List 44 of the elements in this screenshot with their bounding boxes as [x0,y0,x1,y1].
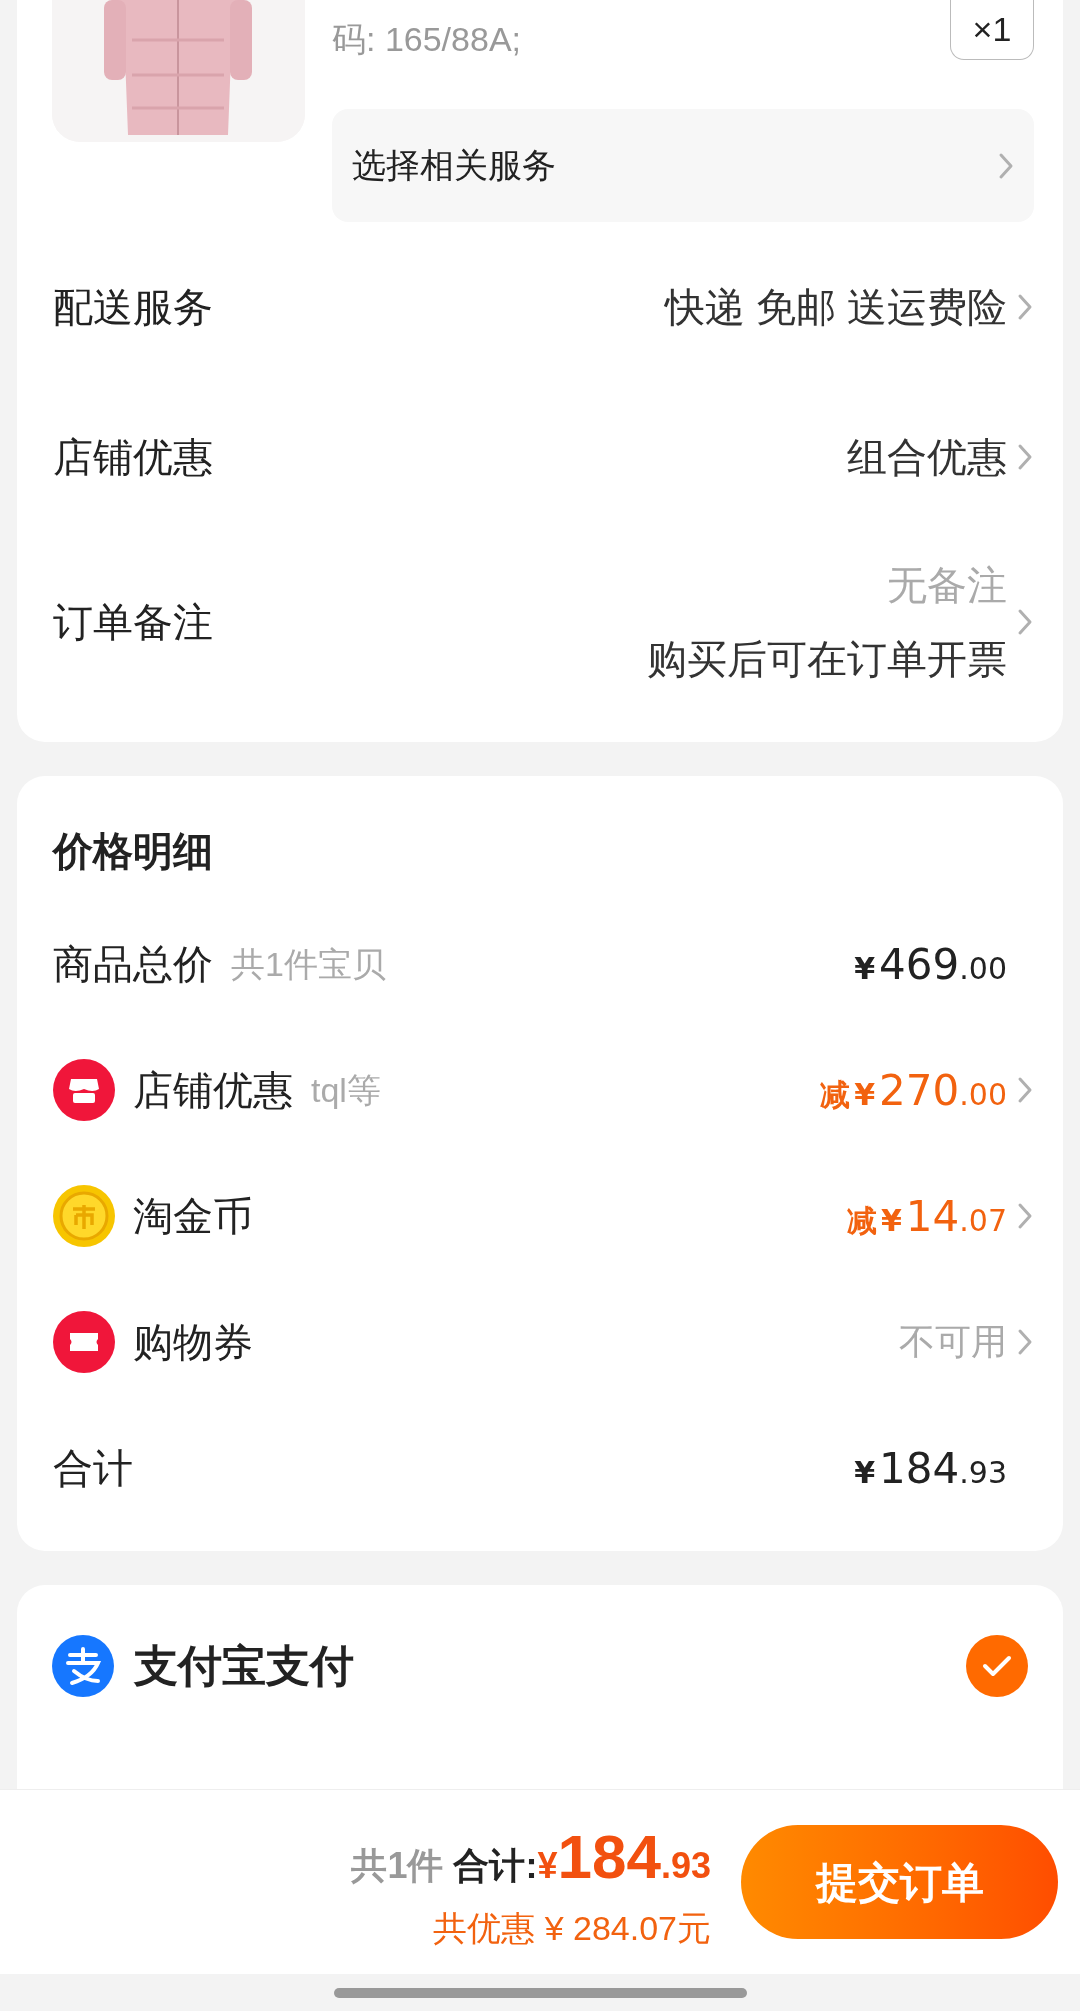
shop-icon [53,1059,115,1121]
coupon-status: 不可用 [899,1320,1007,1364]
total-label: 合计: [453,1844,538,1888]
section-title: 价格明细 [53,828,214,875]
order-row[interactable]: 配送服务 快递 免邮 送运费险 [53,232,1033,382]
chevron-right-icon [1017,1075,1033,1105]
chevron-right-icon [1017,442,1033,472]
service-selector[interactable]: 选择相关服务 [332,109,1034,222]
discount-total: 共优惠 ¥ 284.07元 [433,1908,711,1949]
payment-option[interactable]: 支付宝支付 [52,1633,1028,1699]
price-label: 店铺优惠 [133,1067,293,1114]
order-row[interactable]: 订单备注 无备注 购买后可在订单开票 [53,532,1033,712]
row-value: 购买后可在订单开票 [647,636,1007,683]
row-value: 快递 免邮 送运费险 [664,284,1007,331]
product-spec: 码: 165/88A; [332,19,521,60]
check-icon[interactable] [966,1635,1028,1697]
price-label: 商品总价 [53,941,213,988]
row-label: 店铺优惠 [53,434,213,481]
chevron-right-icon [1017,607,1033,637]
price-label: 淘金币 [133,1193,253,1240]
price-amount: 减¥14.07 [846,1190,1007,1243]
row-label: 订单备注 [53,599,213,646]
payment-label: 支付宝支付 [134,1640,354,1692]
row-value: 组合优惠 [847,434,1007,481]
price-note: tql等 [311,1069,381,1111]
ticket-icon [53,1311,115,1373]
alipay-icon [52,1635,114,1697]
price-amount: 减¥270.00 [820,1064,1007,1117]
chevron-right-icon [1017,1327,1033,1357]
price-amount: ¥469.00 [853,938,1007,991]
chevron-right-icon [1017,1201,1033,1231]
row-value: 无备注 [887,562,1007,609]
price-amount: ¥184.93 [853,1442,1007,1495]
row-label: 配送服务 [53,284,213,331]
price-label: 购物券 [133,1319,253,1366]
price-note: 共1件宝贝 [231,943,386,985]
order-row[interactable]: 店铺优惠 组合优惠 [53,382,1033,532]
total-amount: ¥184.93 [537,1821,711,1893]
item-count: 共1件 [351,1844,444,1888]
price-label: 合计 [53,1445,133,1492]
quantity-badge[interactable]: ×1 [950,0,1034,60]
chevron-right-icon [1017,292,1033,322]
coin-icon [53,1185,115,1247]
home-indicator[interactable] [333,1987,747,1998]
